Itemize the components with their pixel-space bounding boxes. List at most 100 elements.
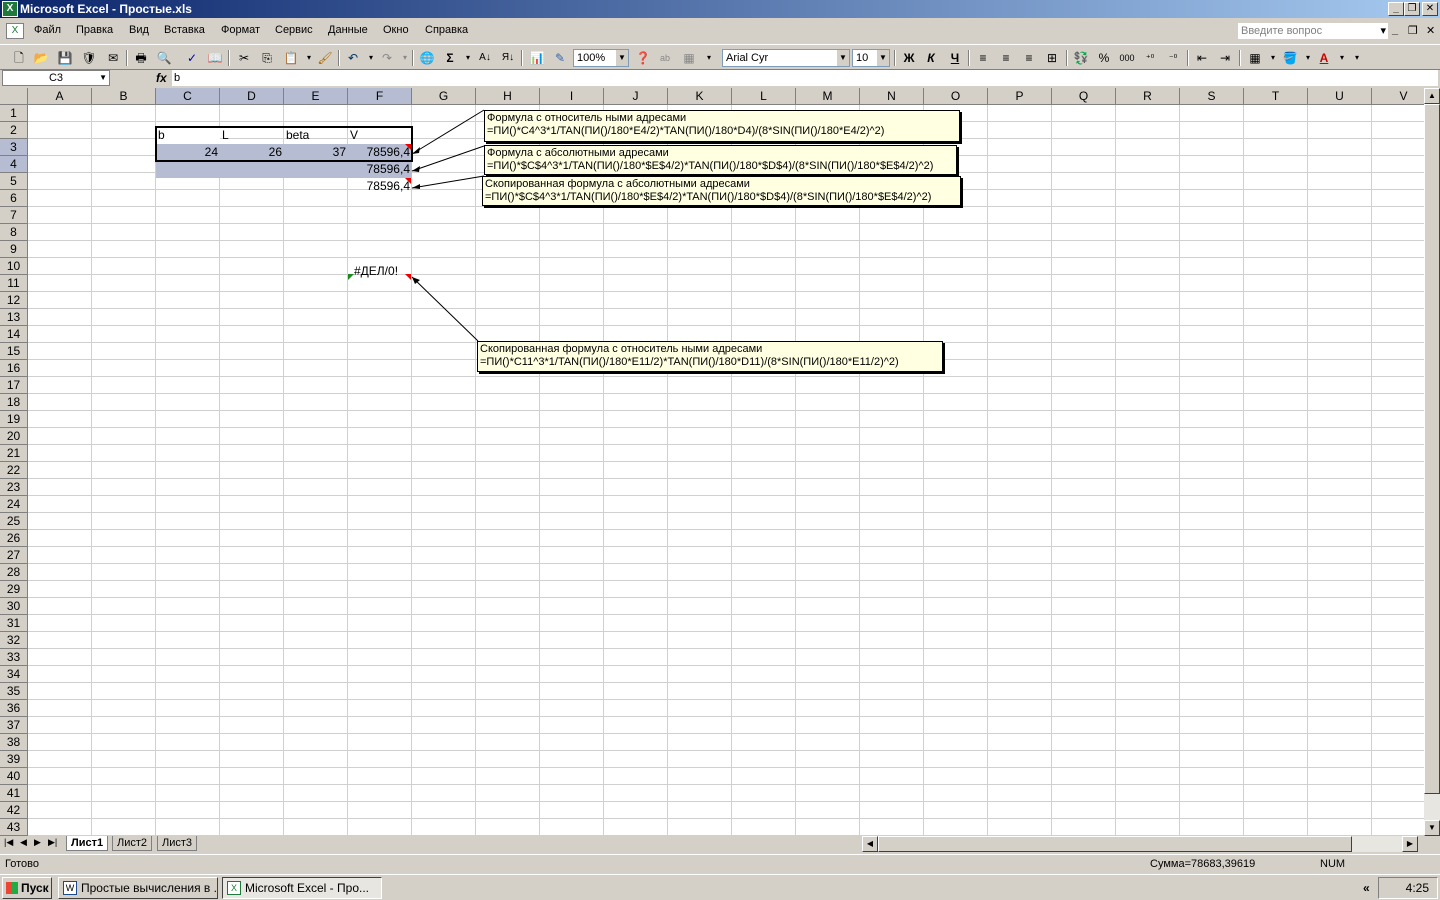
permission-icon[interactable]: 🛡 [80, 49, 98, 67]
increase-decimal-icon[interactable]: ⁺⁰ [1141, 49, 1159, 67]
menu-help[interactable]: Справка [425, 24, 468, 36]
save-icon[interactable]: 💾 [56, 49, 74, 67]
menu-data[interactable]: Данные [328, 24, 368, 36]
merge-center-icon[interactable]: ⊞ [1043, 49, 1061, 67]
workbook-icon[interactable]: X [6, 23, 24, 39]
redo-icon[interactable]: ↷ [378, 49, 396, 67]
cut-icon[interactable]: ✂ [235, 49, 253, 67]
increase-indent-icon[interactable]: ⇥ [1216, 49, 1234, 67]
first-sheet-icon[interactable]: |◀ [4, 837, 13, 848]
start-button[interactable]: Пуск [2, 877, 52, 899]
drawing-icon[interactable]: ✎ [551, 49, 569, 67]
bold-button[interactable]: Ж [900, 49, 918, 67]
chevron-down-icon[interactable]: ▼ [99, 71, 107, 85]
open-icon[interactable]: 📂 [32, 49, 50, 67]
chevron-down-icon[interactable]: ▾ [1380, 23, 1386, 39]
formula-input[interactable]: b [172, 70, 1438, 86]
hyperlink-icon[interactable]: 🌐 [418, 49, 436, 67]
help-icon[interactable]: ❓ [634, 49, 652, 67]
options-icon[interactable]: ▦ [680, 49, 698, 67]
new-icon[interactable]: 🗋 [10, 49, 28, 67]
email-icon[interactable]: ✉ [104, 49, 122, 67]
sheet-tab-2[interactable]: Лист2 [112, 836, 153, 851]
align-left-icon[interactable]: ≡ [974, 49, 992, 67]
taskbar-item-word[interactable]: W Простые вычисления в ... [58, 877, 218, 899]
undo-icon[interactable]: ↶ [344, 49, 362, 67]
comment-box-1[interactable]: Формула с относитель ными адресами =ПИ()… [484, 110, 960, 142]
comment-formula: =ПИ()*$C$4^3*1/TAN(ПИ()/180*$E$4/2)*TAN(… [487, 160, 934, 172]
help-question-input[interactable]: Введите вопрос ▾ [1238, 23, 1388, 39]
autosum-icon[interactable]: Σ [441, 49, 459, 67]
zoom-combo[interactable]: 100% ▼ [573, 49, 629, 67]
last-sheet-icon[interactable]: ▶| [48, 837, 57, 848]
borders-dropdown-icon[interactable]: ▾ [1264, 49, 1282, 67]
copy-icon[interactable]: ⎘ [258, 49, 276, 67]
doc-close-icon[interactable]: ✕ [1426, 24, 1435, 37]
chevron-down-icon[interactable]: ▼ [837, 50, 849, 66]
underline-button[interactable]: Ч [946, 49, 964, 67]
decrease-decimal-icon[interactable]: ⁻⁰ [1164, 49, 1182, 67]
chart-wizard-icon[interactable]: 📊 [528, 49, 546, 67]
menu-tools[interactable]: Сервис [275, 24, 313, 36]
menu-insert[interactable]: Вставка [164, 24, 205, 36]
italic-button[interactable]: К [922, 49, 940, 67]
vertical-scrollbar[interactable]: ▲ ▼ [1424, 88, 1440, 836]
menu-format[interactable]: Формат [221, 24, 260, 36]
scroll-thumb[interactable] [878, 836, 1352, 852]
close-icon[interactable]: ✕ [1422, 2, 1438, 16]
percent-button[interactable]: % [1095, 49, 1113, 67]
comment-title: Скопированная формула с относитель ными … [480, 343, 763, 355]
print-icon[interactable]: 🖶 [132, 49, 150, 67]
comment-box-3[interactable]: Скопированная формула с абсолютными адре… [482, 176, 961, 206]
text-direction-icon[interactable]: ab [656, 49, 674, 67]
font-color-icon[interactable]: A [1315, 49, 1333, 67]
taskbar-item-excel[interactable]: X Microsoft Excel - Про... [222, 877, 382, 899]
format-painter-icon[interactable]: 🖌 [316, 49, 334, 67]
currency-icon[interactable]: 💱 [1072, 49, 1090, 67]
insert-function-icon[interactable]: fx [156, 71, 167, 85]
excel-icon[interactable]: X [2, 1, 18, 17]
doc-minimize-icon[interactable]: _ [1392, 24, 1398, 36]
tray-expand-icon[interactable]: « [1363, 878, 1370, 898]
font-size-combo[interactable]: 10 ▼ [852, 49, 890, 67]
restore-icon[interactable]: ❐ [1404, 2, 1420, 16]
sheet-tab-1[interactable]: Лист1 [66, 836, 109, 851]
sort-ascending-icon[interactable]: A↓ [476, 49, 494, 67]
minimize-icon[interactable]: _ [1388, 2, 1404, 16]
toolbar-options-icon[interactable]: ▾ [700, 49, 718, 67]
autosum-dropdown-icon[interactable]: ▾ [459, 49, 477, 67]
chevron-down-icon[interactable]: ▼ [877, 50, 889, 66]
print-preview-icon[interactable]: 🔍 [155, 49, 173, 67]
borders-icon[interactable]: ▦ [1246, 49, 1264, 67]
scroll-right-icon[interactable]: ▶ [1402, 836, 1418, 852]
spelling-icon[interactable]: ✓ [183, 49, 201, 67]
sort-descending-icon[interactable]: Я↓ [499, 49, 517, 67]
fill-color-icon[interactable]: 🪣 [1281, 49, 1299, 67]
doc-restore-icon[interactable]: ❐ [1408, 24, 1418, 37]
comment-box-4[interactable]: Скопированная формула с относитель ными … [477, 341, 943, 372]
scroll-left-icon[interactable]: ◀ [862, 836, 878, 852]
horizontal-scrollbar[interactable]: ◀ ▶ [862, 836, 1418, 852]
menu-file[interactable]: Файл [34, 24, 61, 36]
font-name-combo[interactable]: Arial Cyr ▼ [722, 49, 850, 67]
chevron-down-icon[interactable]: ▼ [616, 50, 628, 66]
next-sheet-icon[interactable]: ▶ [34, 837, 41, 848]
sheet-tab-3[interactable]: Лист3 [157, 836, 198, 851]
name-box[interactable]: C3 ▼ [2, 70, 110, 86]
align-right-icon[interactable]: ≡ [1020, 49, 1038, 67]
menu-view[interactable]: Вид [129, 24, 149, 36]
menu-window[interactable]: Окно [383, 24, 409, 36]
comment-box-2[interactable]: Формула с абсолютными адресами =ПИ()*$C$… [484, 145, 957, 175]
paste-icon[interactable]: 📋 [282, 49, 300, 67]
prev-sheet-icon[interactable]: ◀ [20, 837, 27, 848]
thousands-button[interactable]: 000 [1118, 49, 1136, 67]
align-center-icon[interactable]: ≡ [997, 49, 1015, 67]
research-icon[interactable]: 📖 [206, 49, 224, 67]
toolbar-options-icon[interactable]: ▾ [1348, 49, 1366, 67]
menu-edit[interactable]: Правка [76, 24, 113, 36]
scroll-down-icon[interactable]: ▼ [1424, 820, 1440, 836]
decrease-indent-icon[interactable]: ⇤ [1193, 49, 1211, 67]
scroll-thumb[interactable] [1424, 104, 1440, 794]
worksheet-grid[interactable]: ABCDEFGHIJKLMNOPQRSTUV 1 2 3 4 5 6 7 8 9 10 11 12 13… [0, 88, 1424, 836]
scroll-up-icon[interactable]: ▲ [1424, 88, 1440, 104]
